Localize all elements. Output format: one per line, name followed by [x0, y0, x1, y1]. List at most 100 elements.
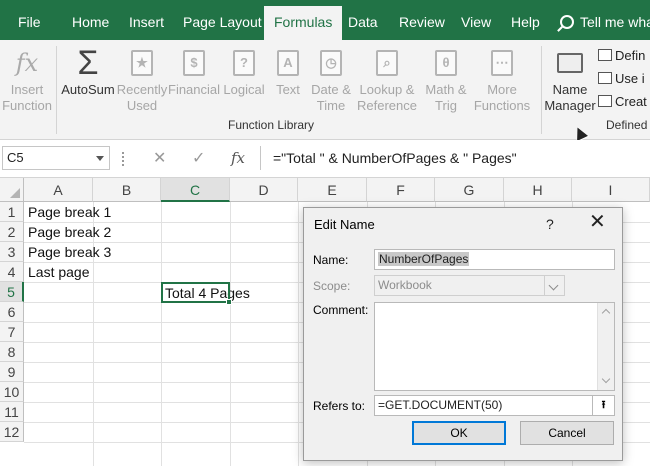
row-header-8[interactable]: 8: [0, 342, 24, 362]
sigma-icon: Σ: [77, 44, 99, 82]
logical-button[interactable]: ? Logical: [220, 44, 268, 98]
tab-review[interactable]: Review: [399, 0, 445, 40]
name-box[interactable]: C5: [2, 146, 110, 170]
financial-book-icon: $: [183, 50, 205, 76]
recently-used-button[interactable]: ★ Recently Used: [116, 44, 168, 114]
name-field[interactable]: NumberOfPages: [374, 249, 615, 270]
lookup-reference-button[interactable]: ⌕ Lookup & Reference: [354, 44, 420, 114]
insert-function-icon[interactable]: fx: [231, 149, 245, 167]
financial-button[interactable]: $ Financial: [168, 44, 220, 98]
row-header-12[interactable]: 12: [0, 422, 24, 442]
theta-book-icon: θ: [435, 50, 457, 76]
cell-a3[interactable]: Page break 3: [25, 242, 111, 262]
scope-select: Workbook: [374, 275, 565, 296]
column-header-g[interactable]: G: [435, 178, 504, 202]
text-book-icon: A: [277, 50, 299, 76]
lookup-reference-label-2: Reference: [357, 98, 417, 113]
chevron-down-icon[interactable]: [96, 156, 104, 161]
row-header-11[interactable]: 11: [0, 402, 24, 422]
comment-field[interactable]: [374, 302, 615, 391]
tell-me-box[interactable]: Tell me wha: [560, 0, 650, 40]
use-in-formula-button[interactable]: Use i: [598, 71, 645, 86]
use-in-formula-label: Use i: [615, 71, 645, 86]
insert-function-label-1: Insert: [10, 82, 44, 97]
star-book-icon: ★: [131, 50, 153, 76]
row-header-5[interactable]: 5: [0, 282, 24, 302]
row-header-9[interactable]: 9: [0, 362, 24, 382]
tab-insert[interactable]: Insert: [129, 0, 164, 40]
row-header-4[interactable]: 4: [0, 262, 24, 282]
create-from-selection-button[interactable]: Creat: [598, 94, 647, 109]
close-icon[interactable]: ✕: [589, 212, 606, 232]
column-header-a[interactable]: A: [24, 178, 93, 202]
fill-handle[interactable]: [226, 299, 232, 305]
text-functions-button[interactable]: A Text: [268, 44, 308, 98]
name-manager-icon: [557, 53, 583, 73]
ok-button[interactable]: OK: [412, 421, 506, 445]
row-header-2[interactable]: 2: [0, 222, 24, 242]
tell-me-text: Tell me wha: [580, 14, 650, 30]
comment-scrollbar[interactable]: [597, 303, 614, 390]
tab-formulas[interactable]: Formulas: [264, 6, 343, 40]
help-icon[interactable]: ?: [546, 216, 554, 232]
tab-data[interactable]: Data: [348, 0, 378, 40]
name-manager-button[interactable]: Name Manager: [543, 44, 597, 114]
row-header-7[interactable]: 7: [0, 322, 24, 342]
scroll-up-icon[interactable]: [601, 308, 611, 318]
cell-a1[interactable]: Page break 1: [25, 202, 111, 222]
column-header-e[interactable]: E: [298, 178, 367, 202]
column-header-d[interactable]: D: [230, 178, 298, 202]
formula-bar-resize-handle[interactable]: [122, 152, 125, 166]
math-trig-label-1: Math &: [425, 82, 467, 97]
name-manager-label-1: Name: [552, 82, 588, 97]
more-functions-button[interactable]: ⋯ More Functions: [470, 44, 534, 114]
more-functions-label-2: Functions: [473, 98, 531, 113]
row-header-6[interactable]: 6: [0, 302, 24, 322]
formula-input[interactable]: ="Total " & NumberOfPages & " Pages": [260, 146, 650, 170]
autosum-button[interactable]: Σ AutoSum: [58, 44, 118, 98]
create-from-selection-label: Creat: [615, 94, 647, 109]
insert-function-button[interactable]: fx Insert Function: [0, 44, 54, 114]
enter-icon[interactable]: ✓: [192, 148, 205, 168]
lightbulb-search-icon: [560, 15, 574, 29]
math-trig-button[interactable]: θ Math & Trig: [420, 44, 472, 114]
more-functions-label-1: More: [487, 82, 517, 97]
define-name-label: Defin: [615, 48, 646, 63]
select-all-button[interactable]: [0, 178, 24, 202]
column-header-f[interactable]: F: [367, 178, 435, 202]
row-header-1[interactable]: 1: [0, 202, 24, 222]
refers-to-label: Refers to:: [313, 399, 366, 413]
cancel-button[interactable]: Cancel: [520, 421, 614, 445]
name-box-value: C5: [7, 150, 24, 165]
create-from-selection-icon: [598, 95, 612, 107]
use-in-formula-icon: [598, 72, 612, 84]
column-header-c[interactable]: C: [161, 178, 230, 202]
tab-view[interactable]: View: [461, 0, 491, 40]
cell-a2[interactable]: Page break 2: [25, 222, 111, 242]
tab-help[interactable]: Help: [511, 0, 540, 40]
question-book-icon: ?: [233, 50, 255, 76]
date-time-label-2: Time: [316, 98, 346, 113]
define-name-icon: [598, 49, 612, 61]
column-header-b[interactable]: B: [93, 178, 161, 202]
menu-bar: File Home Insert Page Layout Formulas Da…: [0, 0, 650, 40]
name-manager-label-2: Manager: [544, 98, 596, 113]
row-header-3[interactable]: 3: [0, 242, 24, 262]
cancel-icon[interactable]: ✕: [153, 148, 166, 168]
financial-label: Financial: [168, 82, 221, 97]
cell-a4[interactable]: Last page: [25, 262, 90, 282]
define-name-button[interactable]: Defin: [598, 48, 645, 63]
clock-book-icon: ◷: [320, 50, 342, 76]
scroll-down-icon[interactable]: [601, 374, 611, 384]
refers-to-field[interactable]: =GET.DOCUMENT(50) ⭱: [374, 395, 615, 416]
row-header-10[interactable]: 10: [0, 382, 24, 402]
date-time-button[interactable]: ◷ Date & Time: [308, 44, 354, 114]
recently-used-label-1: Recently: [116, 82, 168, 97]
scope-select-value: Workbook: [378, 278, 432, 292]
column-header-i[interactable]: I: [572, 178, 650, 202]
collapse-dialog-icon[interactable]: ⭱: [592, 396, 614, 415]
column-header-h[interactable]: H: [504, 178, 572, 202]
tab-home[interactable]: Home: [72, 0, 109, 40]
tab-page-layout[interactable]: Page Layout: [183, 0, 262, 40]
tab-file[interactable]: File: [18, 0, 41, 40]
